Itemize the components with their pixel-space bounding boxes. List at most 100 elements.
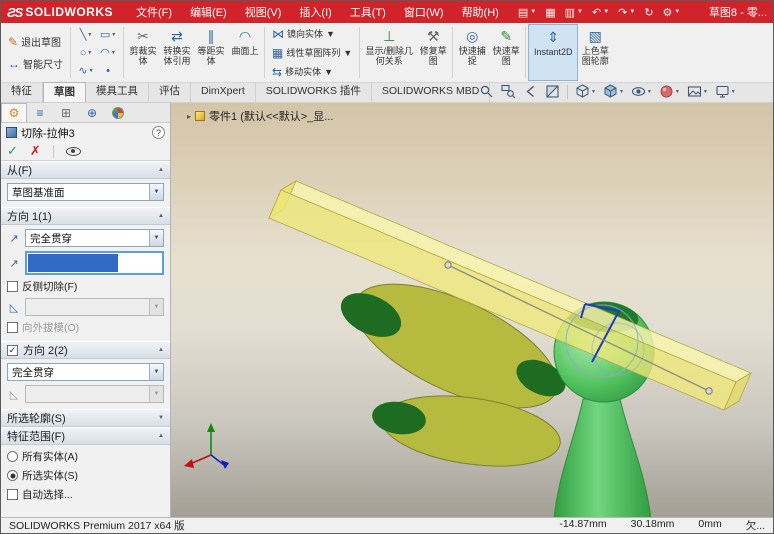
dir1-end-condition-select[interactable]: 完全贯穿 ▼ (25, 229, 164, 247)
selected-reference-highlight (28, 254, 119, 272)
tab-sketch[interactable]: 草图 (43, 82, 86, 102)
menu-tools[interactable]: 工具(T) (341, 1, 395, 23)
preview-eye-icon[interactable] (65, 146, 81, 156)
point-tool-button[interactable]: • (97, 62, 119, 80)
cancel-button[interactable]: ✗ (30, 143, 41, 159)
direction2-checkbox[interactable]: ✓ (7, 344, 18, 356)
section-view-button[interactable] (545, 84, 560, 99)
new-document-button[interactable]: ▤ ▼ (518, 6, 536, 19)
print-button[interactable]: ▥ ▼ (565, 6, 583, 19)
shaded-sketch-contours-button[interactable]: ▧ 上色草图轮廓 (578, 24, 612, 81)
hide-show-items-button[interactable]: ▼ (631, 84, 652, 99)
rebuild-button[interactable]: ↻ (644, 6, 653, 19)
menu-window[interactable]: 窗口(W) (395, 1, 453, 23)
help-icon[interactable]: ? (152, 126, 165, 139)
dropdown-icon: ▼ (530, 9, 537, 15)
convert-entities-button[interactable]: ⇄ 转换实体引用 (160, 24, 194, 81)
menu-edit[interactable]: 编辑(E) (181, 1, 236, 23)
breadcrumb[interactable]: 零件1 (默认<<默认>_显... (209, 108, 333, 124)
save-button[interactable]: ▦ (545, 6, 555, 19)
auto-select-checkbox[interactable] (7, 489, 18, 500)
repair-sketch-button[interactable]: ⚒ 修复草图 (416, 24, 450, 81)
trim-entities-button[interactable]: ✂ 剪裁实体 (126, 24, 160, 81)
mirror-entities-icon: ⋈ (272, 26, 284, 41)
instant2d-button[interactable]: ⇕ Instant2D (528, 24, 579, 81)
all-bodies-radio[interactable] (7, 451, 18, 462)
dir2-end-condition-select[interactable]: 完全贯穿 ▼ (7, 363, 164, 381)
quick-snaps-button[interactable]: ◎ 快速捕捉 (455, 24, 489, 81)
previous-view-button[interactable] (523, 84, 538, 99)
tab-dimxpert[interactable]: DimXpert (191, 82, 256, 102)
line-tool-button[interactable]: ╲ ▼ (75, 26, 97, 44)
linear-pattern-button[interactable]: ▦ 线性草图阵列 ▼ (270, 44, 354, 61)
rapid-sketch-button[interactable]: ✎ 快速草图 (489, 24, 523, 81)
draft-icon[interactable]: ◺ (7, 301, 21, 314)
rectangle-tool-button[interactable]: ▭ ▼ (97, 26, 119, 44)
offset-entities-button[interactable]: ∥ 等距实体 (194, 24, 228, 81)
spline-tool-button[interactable]: ∿ ▼ (75, 62, 97, 80)
selected-bodies-radio[interactable] (7, 470, 18, 481)
main-area: ⚙ ≡ ⊞ ⊕ 切除-拉伸3 ? ✓ ✗ 从(F) ▲ 草图基准面 ▼ 方向 1… (1, 103, 773, 517)
spline-icon: ∿ (78, 65, 88, 77)
exit-sketch-button[interactable]: ✎ 退出草图 (6, 32, 65, 51)
surface-offset-button[interactable]: ◠ 曲面上 (228, 24, 262, 81)
dimxpert-manager-tab[interactable]: ⊕ (79, 103, 105, 122)
instant2d-icon: ⇕ (547, 29, 560, 45)
move-entities-button[interactable]: ⇆ 移动实体 ▼ (270, 63, 354, 80)
direction-arrow-icon[interactable]: ↗ (7, 232, 21, 245)
print-icon: ▥ (564, 6, 576, 19)
from-section-header[interactable]: 从(F) ▲ (1, 161, 170, 179)
menu-help[interactable]: 帮助(H) (453, 1, 508, 23)
direction2-section-header[interactable]: ✓ 方向 2(2) ▲ (1, 341, 170, 359)
direction1-section-header[interactable]: 方向 1(1) ▲ (1, 207, 170, 225)
zoom-area-button[interactable] (501, 84, 516, 99)
options-button[interactable]: ⚙ ▼ (663, 6, 681, 19)
start-condition-select[interactable]: 草图基准面 ▼ (7, 183, 164, 201)
undo-button[interactable]: ↶ ▼ (592, 6, 609, 19)
property-manager-tab[interactable]: ⚙ (1, 103, 27, 122)
model-body[interactable] (553, 398, 652, 517)
flip-side-checkbox[interactable] (7, 281, 18, 292)
zoom-fit-button[interactable] (479, 84, 494, 99)
display-delete-relations-button[interactable]: ⊥ 显示/删除几何关系 (362, 24, 416, 81)
redo-button[interactable]: ↷ ▼ (618, 6, 635, 19)
tab-evaluate[interactable]: 评估 (149, 82, 191, 102)
coordinate-x: -14.87mm (559, 518, 607, 530)
menu-file[interactable]: 文件(F) (127, 1, 181, 23)
quick-access-toolbar: ▤ ▼ ▦ ▥ ▼ ↶ ▼ ↷ ▼ ↻ ⚙ ▼ (518, 6, 681, 19)
tab-solidworks-mbd[interactable]: SOLIDWORKS MBD (372, 82, 491, 102)
apply-scene-button[interactable]: ▼ (687, 84, 708, 99)
direction-reference-box[interactable] (25, 251, 164, 275)
ok-button[interactable]: ✓ (7, 143, 18, 159)
edit-appearance-button[interactable]: ▼ (659, 84, 680, 99)
view-orientation-button[interactable]: ▼ (575, 84, 596, 99)
display-manager-tab[interactable] (105, 103, 131, 122)
feature-tree-flyout[interactable]: ▸ 零件1 (默认<<默认>_显... (187, 108, 333, 124)
tab-features[interactable]: 特征 (1, 82, 43, 102)
orientation-triad-icon[interactable] (184, 423, 229, 469)
tab-solidworks-addins[interactable]: SOLIDWORKS 插件 (256, 82, 372, 102)
configurations-tab[interactable]: ⊞ (53, 103, 79, 122)
view-settings-button[interactable]: ▼ (715, 84, 736, 99)
smart-dimension-button[interactable]: ↔ 智能尺寸 (6, 54, 65, 73)
feature-scope-section-header[interactable]: 特征范围(F) ▲ (1, 427, 170, 445)
graphics-viewport[interactable]: ▸ 零件1 (默认<<默认>_显... (171, 103, 773, 517)
arc-tool-button[interactable]: ◠ ▼ (97, 44, 119, 62)
circle-tool-button[interactable]: ○ ▼ (75, 44, 97, 62)
direction-reference-icon: ↗ (9, 257, 19, 270)
save-icon: ▦ (545, 6, 556, 19)
relations-icon: ⊥ (383, 28, 396, 44)
offset-entities-icon: ∥ (207, 28, 215, 44)
selected-contours-section-header[interactable]: 所选轮廓(S) ▼ (1, 409, 170, 427)
mirror-entities-button[interactable]: ⋈ 镜向实体 ▼ (270, 25, 354, 42)
dropdown-icon: ▼ (603, 9, 610, 15)
menu-insert[interactable]: 插入(I) (290, 1, 340, 23)
feature-manager-icon: ≡ (36, 105, 44, 120)
menu-view[interactable]: 视图(V) (236, 1, 291, 23)
rebuild-icon: ↻ (644, 6, 654, 19)
feature-manager-tab[interactable]: ≡ (27, 103, 53, 122)
display-manager-icon (112, 106, 124, 119)
display-style-button[interactable]: ▼ (603, 84, 624, 99)
tab-mold-tools[interactable]: 模具工具 (86, 82, 149, 102)
property-manager-body: 从(F) ▲ 草图基准面 ▼ 方向 1(1) ▲ ↗ 完全贯穿 ▼ ↗ 反侧切除… (1, 161, 170, 517)
